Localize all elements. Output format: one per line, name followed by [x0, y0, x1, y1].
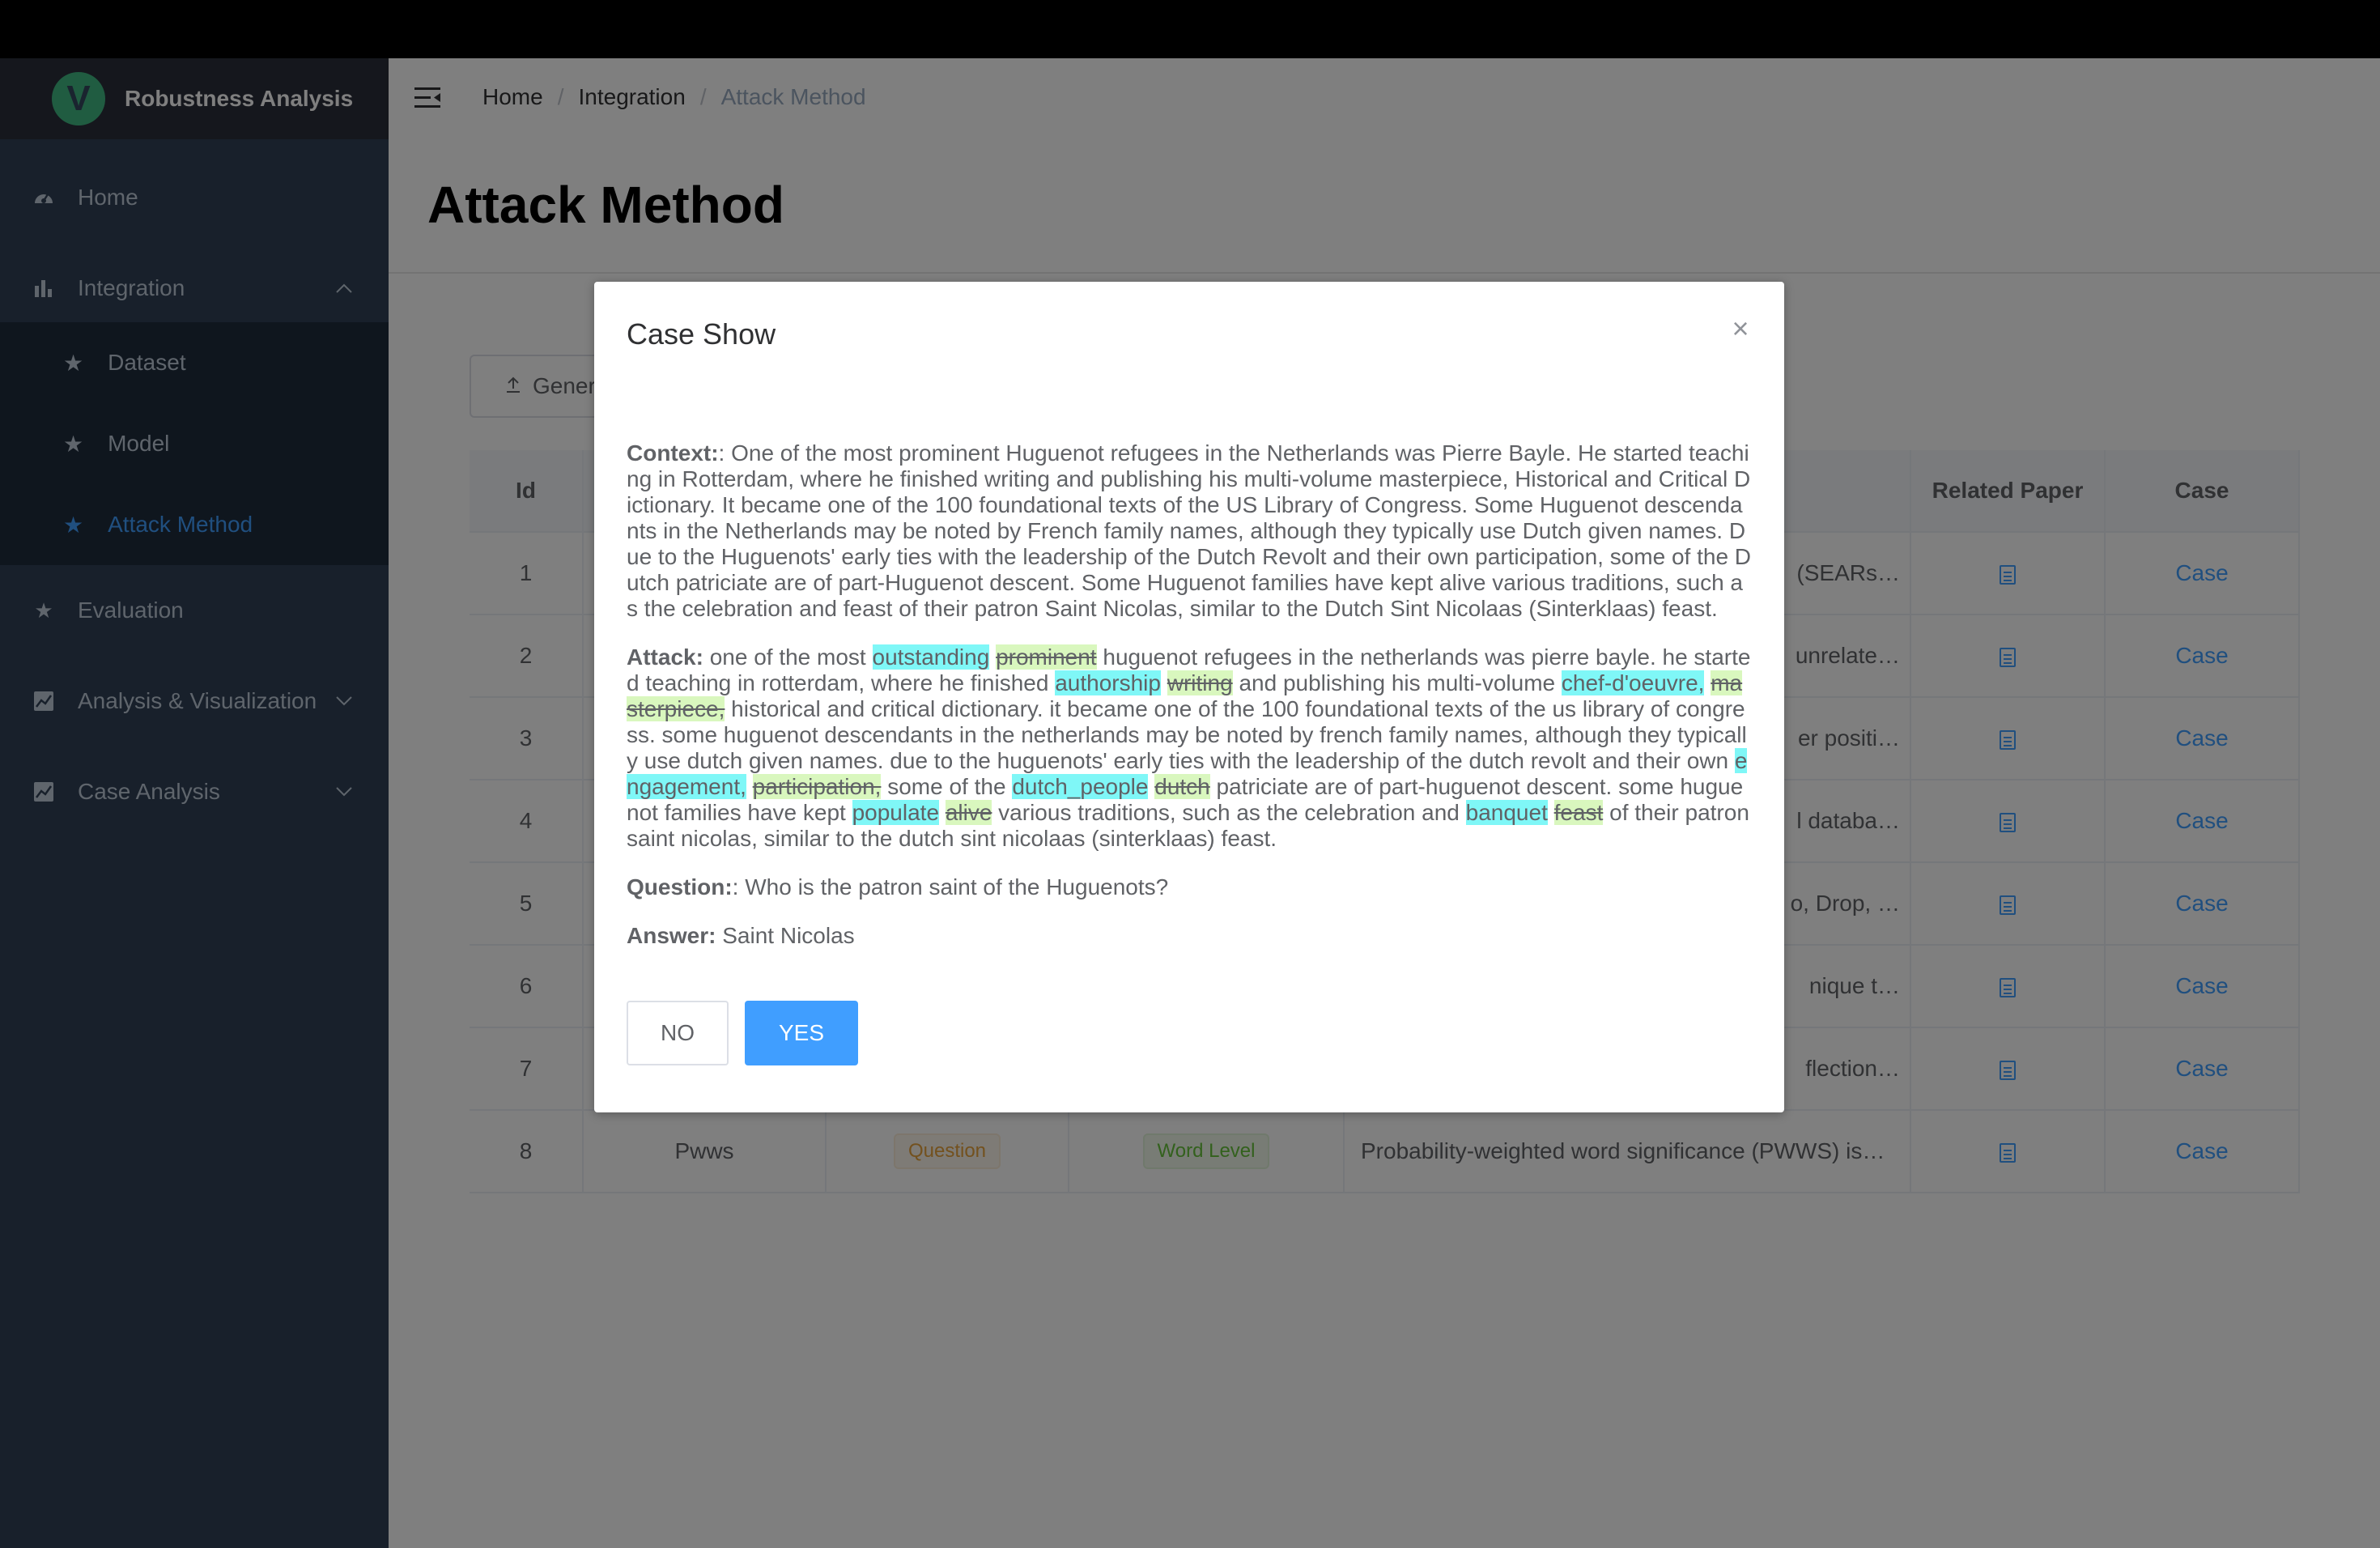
added-word: outstanding — [872, 644, 990, 670]
top-black-bar — [0, 0, 2380, 58]
removed-word: dutch — [1154, 774, 1210, 799]
attack-text: one of the most — [703, 644, 873, 670]
removed-word: writing — [1167, 670, 1233, 695]
answer-text: Saint Nicolas — [716, 923, 855, 948]
close-icon[interactable]: × — [1729, 314, 1752, 343]
answer-paragraph: Answer: Saint Nicolas — [627, 923, 1752, 949]
added-word: authorship — [1055, 670, 1161, 695]
attack-label: Attack: — [627, 644, 703, 670]
question-paragraph: Question:: Who is the patron saint of th… — [627, 874, 1752, 900]
added-word: populate — [852, 800, 940, 825]
added-word: dutch_people — [1012, 774, 1149, 799]
context-label: Context: — [627, 440, 719, 466]
attack-text: and publishing his multi-volume — [1232, 670, 1562, 695]
case-show-dialog: Case Show × Context:: One of the most pr… — [594, 282, 1784, 1112]
removed-word: alive — [945, 800, 992, 825]
removed-word: prominent — [996, 644, 1097, 670]
yes-button[interactable]: YES — [745, 1001, 858, 1065]
removed-word: participation, — [752, 774, 882, 799]
attack-text: historical and critical dictionary. it b… — [627, 696, 1747, 773]
question-label: Question: — [627, 874, 733, 899]
context-text: : One of the most prominent Huguenot ref… — [627, 440, 1752, 621]
question-text: : Who is the patron saint of the Hugueno… — [732, 874, 1169, 899]
dialog-body: Context:: One of the most prominent Hugu… — [627, 440, 1752, 972]
added-word: banquet — [1465, 800, 1548, 825]
attack-text: various traditions, such as the celebrat… — [992, 800, 1466, 825]
attack-text: some of the — [881, 774, 1013, 799]
added-word: chef-d'oeuvre, — [1561, 670, 1705, 695]
dialog-title: Case Show — [627, 317, 776, 351]
answer-label: Answer: — [627, 923, 716, 948]
no-button[interactable]: NO — [627, 1001, 729, 1065]
attack-paragraph: Attack: one of the most outstanding prom… — [627, 644, 1752, 852]
removed-word: feast — [1553, 800, 1604, 825]
context-paragraph: Context:: One of the most prominent Hugu… — [627, 440, 1752, 622]
